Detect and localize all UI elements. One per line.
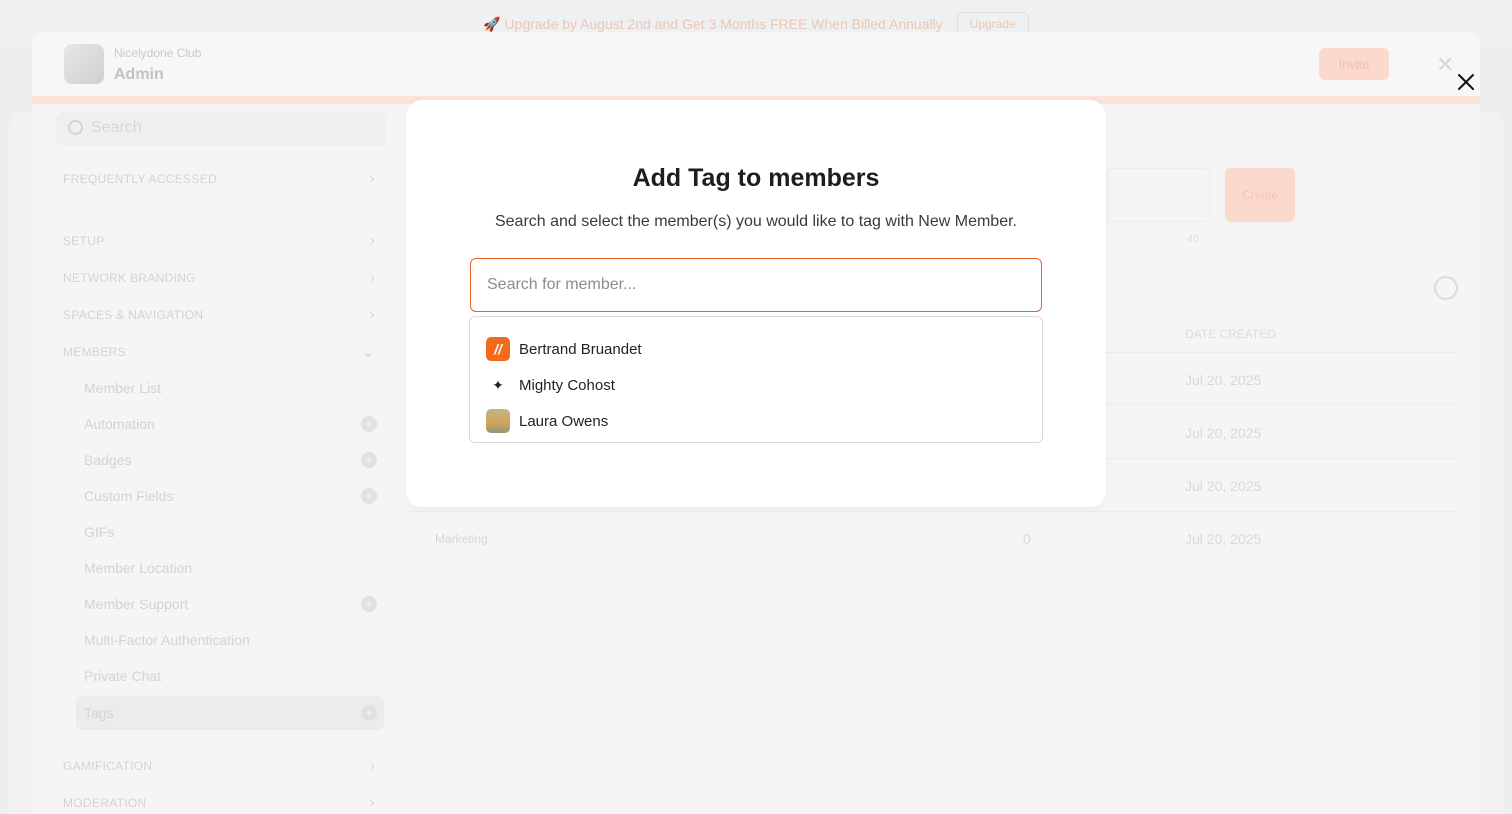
section-label: NETWORK BRANDING xyxy=(63,271,196,285)
avatar xyxy=(486,409,510,433)
chevron-right-icon: › xyxy=(369,794,375,811)
search-icon[interactable] xyxy=(1434,276,1458,300)
item-label: GIFs xyxy=(84,524,115,540)
sidebar-section-gamification[interactable]: GAMIFICATION › xyxy=(63,757,375,774)
table-row-count: 0 xyxy=(1023,531,1031,547)
modal-subtitle: Search and select the member(s) you woul… xyxy=(494,213,1017,230)
sidebar-section-moderation[interactable]: MODERATION › xyxy=(63,794,375,811)
admin-close-icon[interactable]: ✕ xyxy=(1436,52,1454,78)
sidebar-item-mfa[interactable]: Multi-Factor Authentication xyxy=(84,632,384,648)
table-row-date: Jul 20, 2025 xyxy=(1185,531,1262,547)
invite-button[interactable]: Invite xyxy=(1319,48,1389,80)
chevron-right-icon: › xyxy=(369,232,375,249)
table-row-date: Jul 20, 2025 xyxy=(1185,425,1262,441)
sidebar-item-badges[interactable]: Badges + xyxy=(84,452,384,468)
row-divider xyxy=(406,511,1456,512)
plus-icon: + xyxy=(361,416,377,432)
item-label: Member Location xyxy=(84,560,193,576)
sidebar-search-placeholder: Search xyxy=(91,119,142,136)
chevron-right-icon: › xyxy=(369,757,375,774)
sidebar-item-automation[interactable]: Automation + xyxy=(84,416,384,432)
section-label: SPACES & NAVIGATION xyxy=(63,308,204,322)
item-label: Custom Fields xyxy=(84,488,174,504)
table-row-name: Marketing xyxy=(435,532,488,546)
column-header-date: DATE CREATED xyxy=(1185,327,1276,341)
plus-icon: + xyxy=(361,705,377,721)
item-label: Member List xyxy=(84,380,162,396)
sidebar-item-member-list[interactable]: Member List xyxy=(84,380,384,396)
sidebar-section-setup[interactable]: SETUP › xyxy=(63,232,375,249)
section-label: MEMBERS xyxy=(63,345,126,359)
chevron-right-icon: › xyxy=(369,306,375,323)
plus-icon: + xyxy=(361,488,377,504)
member-name: Laura Owens xyxy=(519,412,609,430)
section-label: GAMIFICATION xyxy=(63,759,153,773)
create-button[interactable]: Create xyxy=(1225,168,1295,222)
item-label: Member Support xyxy=(84,596,189,612)
sidebar-item-tags[interactable]: Tags + xyxy=(76,696,384,730)
admin-title: Admin xyxy=(114,66,164,83)
chevron-right-icon: › xyxy=(369,170,375,187)
mighty-logo-icon: // xyxy=(486,337,510,361)
char-counter: 40 xyxy=(1187,233,1200,245)
sidebar-item-private-chat[interactable]: Private Chat xyxy=(84,668,384,684)
search-icon xyxy=(68,120,83,135)
member-name: Bertrand Bruandet xyxy=(519,340,642,358)
sidebar-item-custom-fields[interactable]: Custom Fields + xyxy=(84,488,384,504)
sidebar-section-spaces[interactable]: SPACES & NAVIGATION › xyxy=(63,306,375,323)
section-label: MODERATION xyxy=(63,796,147,810)
section-label: FREQUENTLY ACCESSED xyxy=(63,172,217,186)
sidebar-item-member-support[interactable]: Member Support + xyxy=(84,596,384,612)
plus-icon: + xyxy=(361,596,377,612)
table-row-date: Jul 20, 2025 xyxy=(1185,478,1262,494)
close-icon[interactable] xyxy=(1454,70,1478,94)
member-search-input[interactable] xyxy=(470,258,1042,312)
member-dropdown: // Bertrand Bruandet ✦ Mighty Cohost Lau… xyxy=(469,316,1043,443)
member-option-mighty-cohost[interactable]: ✦ Mighty Cohost xyxy=(470,367,1042,403)
club-name: Nicelydone Club xyxy=(114,46,202,60)
item-label: Tags xyxy=(84,705,114,721)
tag-name-input[interactable] xyxy=(1106,168,1210,222)
chevron-right-icon: › xyxy=(369,269,375,286)
add-tag-modal: Add Tag to members Search and select the… xyxy=(406,100,1106,507)
table-row-date: Jul 20, 2025 xyxy=(1185,372,1262,388)
item-label: Multi-Factor Authentication xyxy=(84,632,250,648)
sidebar-section-members[interactable]: MEMBERS ⌄ xyxy=(63,344,375,361)
item-label: Private Chat xyxy=(84,668,162,684)
sidebar-section-frequently-accessed[interactable]: FREQUENTLY ACCESSED › xyxy=(63,170,375,187)
sidebar-section-network-branding[interactable]: NETWORK BRANDING › xyxy=(63,269,375,286)
sidebar-item-gifs[interactable]: GIFs xyxy=(84,524,384,540)
modal-title: Add Tag to members xyxy=(632,164,880,192)
club-logo xyxy=(64,44,104,84)
sparkle-icon: ✦ xyxy=(492,376,504,393)
banner-text: 🚀 Upgrade by August 2nd and Get 3 Months… xyxy=(483,15,943,32)
sidebar-search[interactable]: Search xyxy=(56,112,386,146)
admin-header: Nicelydone Club Admin Invite ✕ xyxy=(32,32,1480,104)
chevron-down-icon: ⌄ xyxy=(362,344,375,361)
member-option-bertrand[interactable]: // Bertrand Bruandet xyxy=(470,331,1042,367)
member-option-laura[interactable]: Laura Owens xyxy=(470,403,1042,439)
sidebar-item-member-location[interactable]: Member Location xyxy=(84,560,384,576)
item-label: Automation xyxy=(84,416,155,432)
item-label: Badges xyxy=(84,452,132,468)
section-label: SETUP xyxy=(63,234,105,248)
plus-icon: + xyxy=(361,452,377,468)
member-name: Mighty Cohost xyxy=(519,376,615,394)
